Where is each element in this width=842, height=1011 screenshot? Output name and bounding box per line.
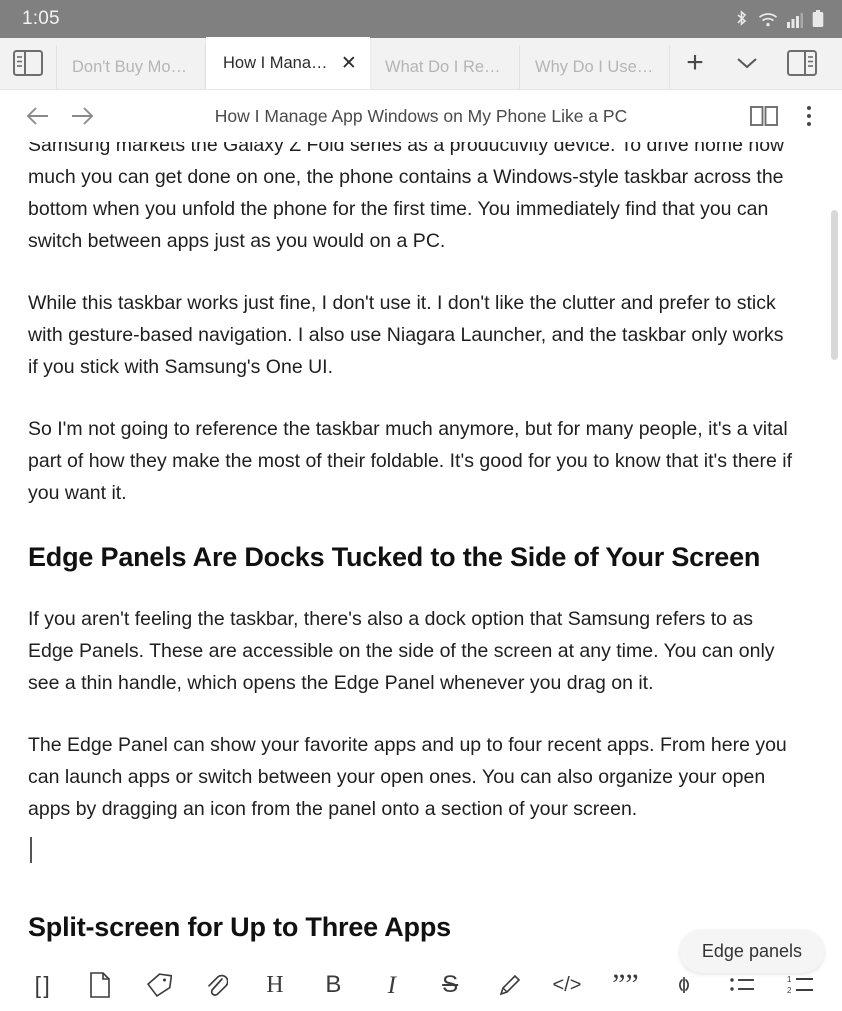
paragraph: So I'm not going to reference the taskba… — [28, 418, 793, 504]
browser-tab-active[interactable]: How I Manage... ✕ — [206, 37, 370, 89]
text-cursor — [30, 837, 32, 863]
tag-icon[interactable] — [129, 960, 187, 1010]
browser-tab[interactable]: What Do I Refuse t... — [370, 45, 520, 89]
book-open-icon[interactable] — [742, 94, 786, 138]
tab-list: Don't Buy More C... How I Manage... ✕ Wh… — [56, 37, 670, 89]
document-scroll-area[interactable]: Samsung markets the Galaxy Z Fold series… — [0, 142, 842, 959]
cellular-signal-icon — [787, 11, 803, 28]
paragraph: If you aren't feeling the taskbar, there… — [28, 608, 775, 694]
tab-label: How I Manage... — [223, 53, 332, 72]
back-arrow-icon[interactable] — [16, 94, 60, 138]
browser-tab[interactable]: Don't Buy More C... — [56, 45, 206, 89]
battery-icon — [812, 10, 824, 28]
code-icon[interactable]: </> — [538, 960, 596, 1010]
scrollbar[interactable] — [831, 142, 839, 959]
svg-text:2: 2 — [787, 986, 792, 995]
section-heading: Edge Panels Are Docks Tucked to the Side… — [28, 542, 761, 572]
tab-label: What Do I Refuse t... — [385, 57, 504, 76]
browser-tab[interactable]: Why Do I Use Linu... — [520, 45, 670, 89]
bold-icon[interactable]: B — [304, 960, 362, 1010]
navigation-bar: How I Manage App Windows on My Phone Lik… — [0, 90, 842, 142]
status-icon-group — [734, 9, 824, 29]
status-clock: 1:05 — [22, 8, 60, 29]
tooltip: Edge panels — [679, 930, 824, 973]
app-root: 1:05 Don't Buy More How I Manage... ✕ Wh… — [0, 0, 842, 1011]
scrollbar-thumb[interactable] — [831, 210, 838, 360]
attachment-icon[interactable] — [187, 960, 245, 1010]
svg-text:1: 1 — [787, 975, 792, 984]
status-bar: 1:05 — [0, 0, 842, 38]
italic-icon[interactable]: I — [363, 960, 421, 1010]
kebab-menu-icon[interactable] — [792, 94, 826, 138]
new-note-icon[interactable] — [70, 960, 128, 1010]
tab-label: Why Do I Use Linu... — [535, 57, 654, 76]
forward-arrow-icon[interactable] — [60, 94, 104, 138]
paragraph: Samsung markets the Galaxy Z Fold series… — [28, 142, 785, 252]
paragraph: While this taskbar works just fine, I do… — [28, 292, 784, 378]
tab-label: Don't Buy More C... — [72, 57, 190, 76]
tab-strip: Don't Buy More C... How I Manage... ✕ Wh… — [0, 37, 842, 90]
strikethrough-icon[interactable]: S — [421, 960, 479, 1010]
new-tab-button[interactable]: + — [670, 37, 720, 89]
chevron-down-icon[interactable] — [720, 37, 774, 89]
left-panel-toggle-icon[interactable] — [0, 37, 56, 89]
quote-icon[interactable]: ”” — [596, 960, 654, 1010]
wifi-icon — [758, 11, 778, 28]
bluetooth-icon — [734, 9, 749, 29]
document-body[interactable]: Samsung markets the Galaxy Z Fold series… — [0, 142, 842, 959]
nav-actions — [742, 94, 826, 138]
highlighter-icon[interactable] — [479, 960, 537, 1010]
brackets-icon[interactable]: [ ] — [12, 960, 70, 1010]
close-icon[interactable]: ✕ — [341, 54, 357, 73]
right-panel-toggle-icon[interactable] — [774, 37, 830, 89]
heading-icon[interactable]: H — [246, 960, 304, 1010]
page-title: How I Manage App Windows on My Phone Lik… — [214, 105, 628, 126]
paragraph: The Edge Panel can show your favorite ap… — [28, 734, 787, 820]
